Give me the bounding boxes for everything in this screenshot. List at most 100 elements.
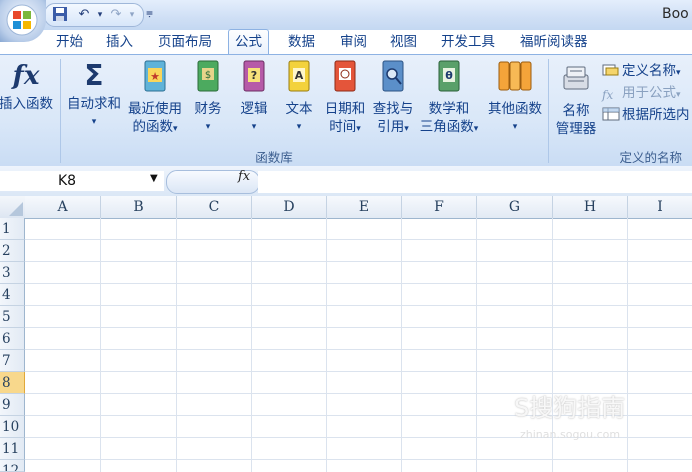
grid-line (401, 218, 402, 472)
text-book-icon: A (288, 60, 310, 92)
grid-line (176, 218, 177, 472)
save-icon[interactable] (51, 6, 69, 24)
column-header-h[interactable]: H (553, 196, 628, 219)
logical-button[interactable]: ? 逻辑 ▾ (236, 59, 272, 136)
grid-line (326, 218, 327, 472)
row-header-10[interactable]: 10 (0, 416, 25, 438)
name-box[interactable]: K8 ▼ (0, 171, 164, 191)
lookup-book-icon (382, 60, 404, 92)
office-logo-icon (6, 4, 38, 36)
tab-insert[interactable]: 插入 (106, 30, 133, 54)
name-manager-button[interactable]: 名称 管理器 (552, 61, 600, 138)
tab-foxit-reader[interactable]: 福昕阅读器 (520, 30, 588, 54)
financial-book-icon: $ (197, 60, 219, 92)
fx-icon: fx (12, 61, 40, 91)
grid-line (25, 239, 692, 240)
tab-developer[interactable]: 开发工具 (441, 30, 495, 54)
function-library-group-label: 函数库 (255, 150, 293, 165)
column-header-f[interactable]: F (402, 196, 477, 219)
row-header-3[interactable]: 3 (0, 262, 25, 284)
lookup-reference-button[interactable]: 查找与 引用▾ (370, 59, 416, 138)
financial-button[interactable]: $ 财务 ▾ (189, 59, 227, 136)
column-header-d[interactable]: D (252, 196, 327, 219)
name-box-value: K8 (58, 173, 77, 189)
autosum-button[interactable]: Σ 自动求和 ▾ (64, 59, 124, 131)
row-header-11[interactable]: 11 (0, 438, 25, 460)
grid-line (100, 218, 101, 472)
svg-text:?: ? (251, 69, 257, 82)
column-header-a[interactable]: A (25, 196, 101, 219)
create-from-selection-icon (602, 107, 620, 121)
group-separator (548, 59, 549, 163)
grid-line (627, 218, 628, 472)
column-header-i[interactable]: I (628, 196, 692, 219)
grid-line (25, 261, 692, 262)
grid-line (251, 218, 252, 472)
grid-line (25, 459, 692, 460)
formula-input[interactable] (258, 171, 692, 193)
math-book-icon: θ (438, 60, 460, 92)
grid-line (25, 305, 692, 306)
tab-page-layout[interactable]: 页面布局 (158, 30, 212, 54)
tab-review[interactable]: 审阅 (340, 30, 367, 54)
column-header-c[interactable]: C (177, 196, 252, 219)
row-header-8-selected[interactable]: 8 (0, 372, 25, 394)
customize-qat-icon[interactable]: ⩦ (146, 5, 153, 20)
window-title: Boo (662, 6, 689, 22)
row-header-12[interactable]: 12 (0, 460, 25, 472)
recent-book-icon: ★ (144, 60, 166, 92)
ribbon-tabs: 开始 插入 页面布局 公式 数据 审阅 视图 开发工具 福昕阅读器 (46, 29, 692, 56)
math-trig-button[interactable]: θ 数学和 三角函数▾ (416, 59, 482, 138)
tab-data[interactable]: 数据 (288, 30, 315, 54)
insert-function-button[interactable]: fx 插入函数 (0, 59, 58, 113)
row-header-2[interactable]: 2 (0, 240, 25, 262)
row-header-1[interactable]: 1 (0, 218, 25, 240)
datetime-button[interactable]: 日期和 时间▾ (322, 59, 368, 138)
more-functions-books-icon (498, 61, 532, 91)
redo-dropdown-icon[interactable]: ▾ (123, 6, 141, 24)
grid-line (25, 371, 692, 372)
recently-used-button[interactable]: ★ 最近使用 的函数▾ (126, 59, 184, 138)
text-button[interactable]: A 文本 ▾ (281, 59, 317, 136)
create-from-selection-button[interactable]: 根据所选内 (602, 105, 690, 125)
sigma-icon: Σ (84, 59, 104, 92)
row-header-9[interactable]: 9 (0, 394, 25, 416)
svg-text:A: A (295, 69, 304, 82)
datetime-book-icon (334, 60, 356, 92)
watermark: S搜狗指南 (514, 394, 626, 422)
column-header-g[interactable]: G (477, 196, 553, 219)
tab-formulas[interactable]: 公式 (228, 29, 269, 56)
grid-line (25, 349, 692, 350)
formula-bar: K8 ▼ fx (0, 166, 692, 197)
select-all-corner[interactable] (0, 196, 26, 219)
svg-text:θ: θ (445, 69, 453, 82)
more-functions-button[interactable]: 其他函数 ▾ (484, 59, 546, 136)
quick-access-toolbar: ↶ ▾ ↷ ▾ (44, 3, 144, 27)
svg-text:★: ★ (150, 70, 160, 83)
separator (60, 59, 61, 163)
name-box-dropdown-icon[interactable]: ▼ (150, 173, 158, 184)
column-header-e[interactable]: E (327, 196, 402, 219)
office-button[interactable] (0, 0, 46, 42)
grid-line (476, 218, 477, 472)
row-header-4[interactable]: 4 (0, 284, 25, 306)
insert-function-icon[interactable]: fx (238, 169, 250, 184)
grid-line (25, 283, 692, 284)
name-manager-icon (563, 66, 589, 90)
tab-home[interactable]: 开始 (56, 30, 83, 54)
row-header-5[interactable]: 5 (0, 306, 25, 328)
use-in-formula-button[interactable]: fx 用于公式▾ (602, 83, 681, 103)
ribbon: fx 插入函数 Σ 自动求和 ▾ ★ 最近使用 的函数▾ $ 财务 ▾ ? 逻辑… (0, 54, 692, 168)
use-in-formula-icon: fx (602, 88, 614, 102)
grid-line (25, 327, 692, 328)
logical-book-icon: ? (243, 60, 265, 92)
column-header-b[interactable]: B (101, 196, 177, 219)
tab-view[interactable]: 视图 (390, 30, 417, 54)
define-name-icon (602, 64, 619, 76)
defined-names-group-label: 定义的名称 (619, 150, 682, 165)
watermark-url: zhinan.sogou.com (520, 428, 621, 441)
svg-text:$: $ (205, 70, 211, 81)
row-header-7[interactable]: 7 (0, 350, 25, 372)
row-header-6[interactable]: 6 (0, 328, 25, 350)
define-name-button[interactable]: 定义名称▾ (602, 61, 681, 81)
